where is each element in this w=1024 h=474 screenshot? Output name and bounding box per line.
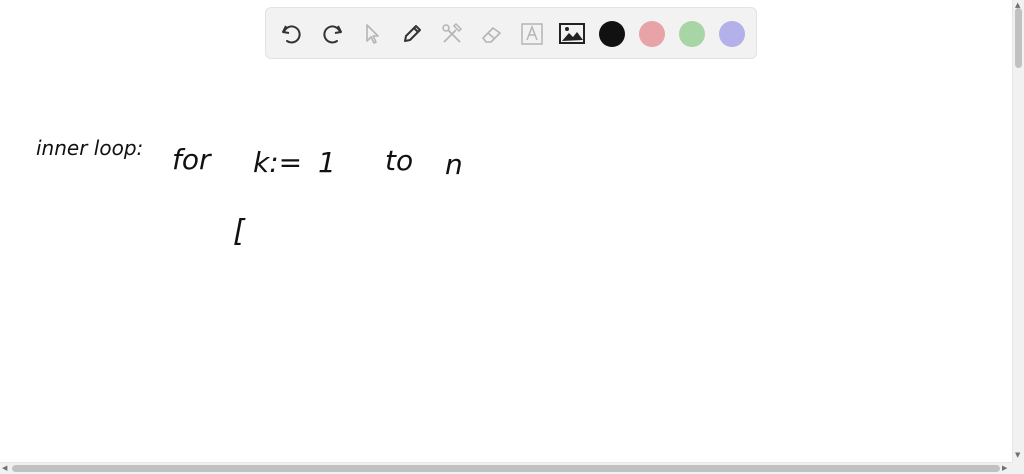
scrollbar-corner bbox=[1012, 462, 1024, 474]
handwriting-n: n bbox=[445, 148, 463, 181]
whiteboard-canvas[interactable]: inner loop: for k:= 1 to n [ bbox=[0, 0, 1012, 462]
handwriting-for: for bbox=[172, 143, 212, 176]
scroll-right-arrow-icon[interactable]: ▶ bbox=[1002, 463, 1007, 473]
scroll-down-arrow-icon[interactable]: ▼ bbox=[1015, 450, 1020, 460]
handwriting-one: 1 bbox=[318, 146, 336, 179]
vertical-scrollbar[interactable]: ▲ ▼ bbox=[1012, 0, 1024, 462]
handwriting-k-assign: k:= bbox=[253, 146, 302, 179]
handwriting-layer: inner loop: for k:= 1 to n [ bbox=[36, 136, 463, 249]
horizontal-scrollbar[interactable]: ◀ ▶ bbox=[0, 462, 1012, 474]
scroll-left-arrow-icon[interactable]: ◀ bbox=[2, 463, 7, 473]
handwriting-bracket: [ bbox=[233, 214, 246, 249]
horizontal-scroll-thumb[interactable] bbox=[12, 465, 1000, 472]
vertical-scroll-thumb[interactable] bbox=[1015, 8, 1022, 68]
handwriting-to: to bbox=[385, 144, 413, 177]
handwriting-inner-loop: inner loop: bbox=[36, 136, 143, 160]
